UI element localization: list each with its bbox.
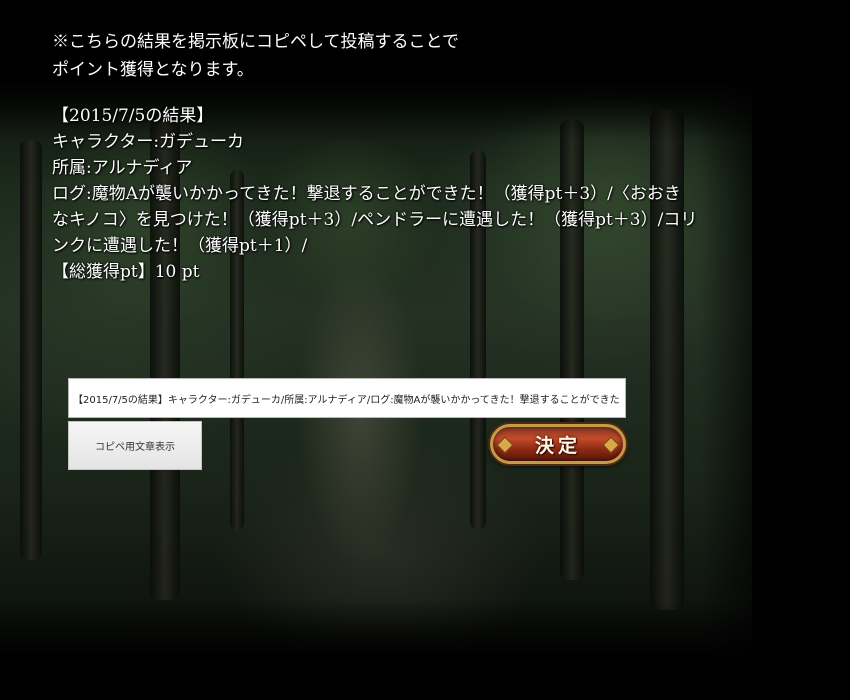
ornament-right-icon	[602, 436, 620, 454]
show-copy-text-label: コピペ用文章表示	[95, 442, 175, 453]
copy-text-field[interactable]	[68, 378, 626, 418]
bottom-fade	[0, 600, 752, 660]
ornament-left-icon	[496, 436, 514, 454]
character-line: キャラクター:ガデューカ	[52, 132, 245, 152]
right-fade	[700, 80, 752, 660]
result-heading: 【2015/7/5の結果】	[52, 106, 214, 126]
total-points-line: 【総獲得pt】10 pt	[52, 262, 200, 282]
affiliation-line: 所属:アルナディア	[52, 158, 193, 178]
decide-button[interactable]: 決定	[490, 424, 626, 464]
battle-log: ログ:魔物Aが襲いかかってきた！撃退することができた！（獲得pt＋3）/〈おおき…	[52, 181, 697, 259]
decide-label: 決定	[534, 434, 581, 457]
instruction-text: ※こちらの結果を掲示板にコピペして投稿することで ポイント獲得となります。	[52, 28, 459, 84]
log-line: なキノコ〉を見つけた！（獲得pt＋3）/ペンドラーに遭遇した！（獲得pt＋3）/…	[52, 210, 698, 230]
log-line: ンクに遭遇した！（獲得pt＋1）/	[52, 236, 308, 256]
instruction-line: ポイント獲得となります。	[52, 60, 254, 80]
result-summary: 【2015/7/5の結果】 キャラクター:ガデューカ 所属:アルナディア ログ:…	[52, 103, 697, 285]
game-screen: ※こちらの結果を掲示板にコピペして投稿することで ポイント獲得となります。 【2…	[0, 0, 850, 700]
show-copy-text-button[interactable]: コピペ用文章表示	[68, 421, 202, 470]
instruction-line: ※こちらの結果を掲示板にコピペして投稿することで	[52, 32, 459, 52]
log-line: ログ:魔物Aが襲いかかってきた！撃退することができた！（獲得pt＋3）/〈おおき	[52, 184, 681, 204]
